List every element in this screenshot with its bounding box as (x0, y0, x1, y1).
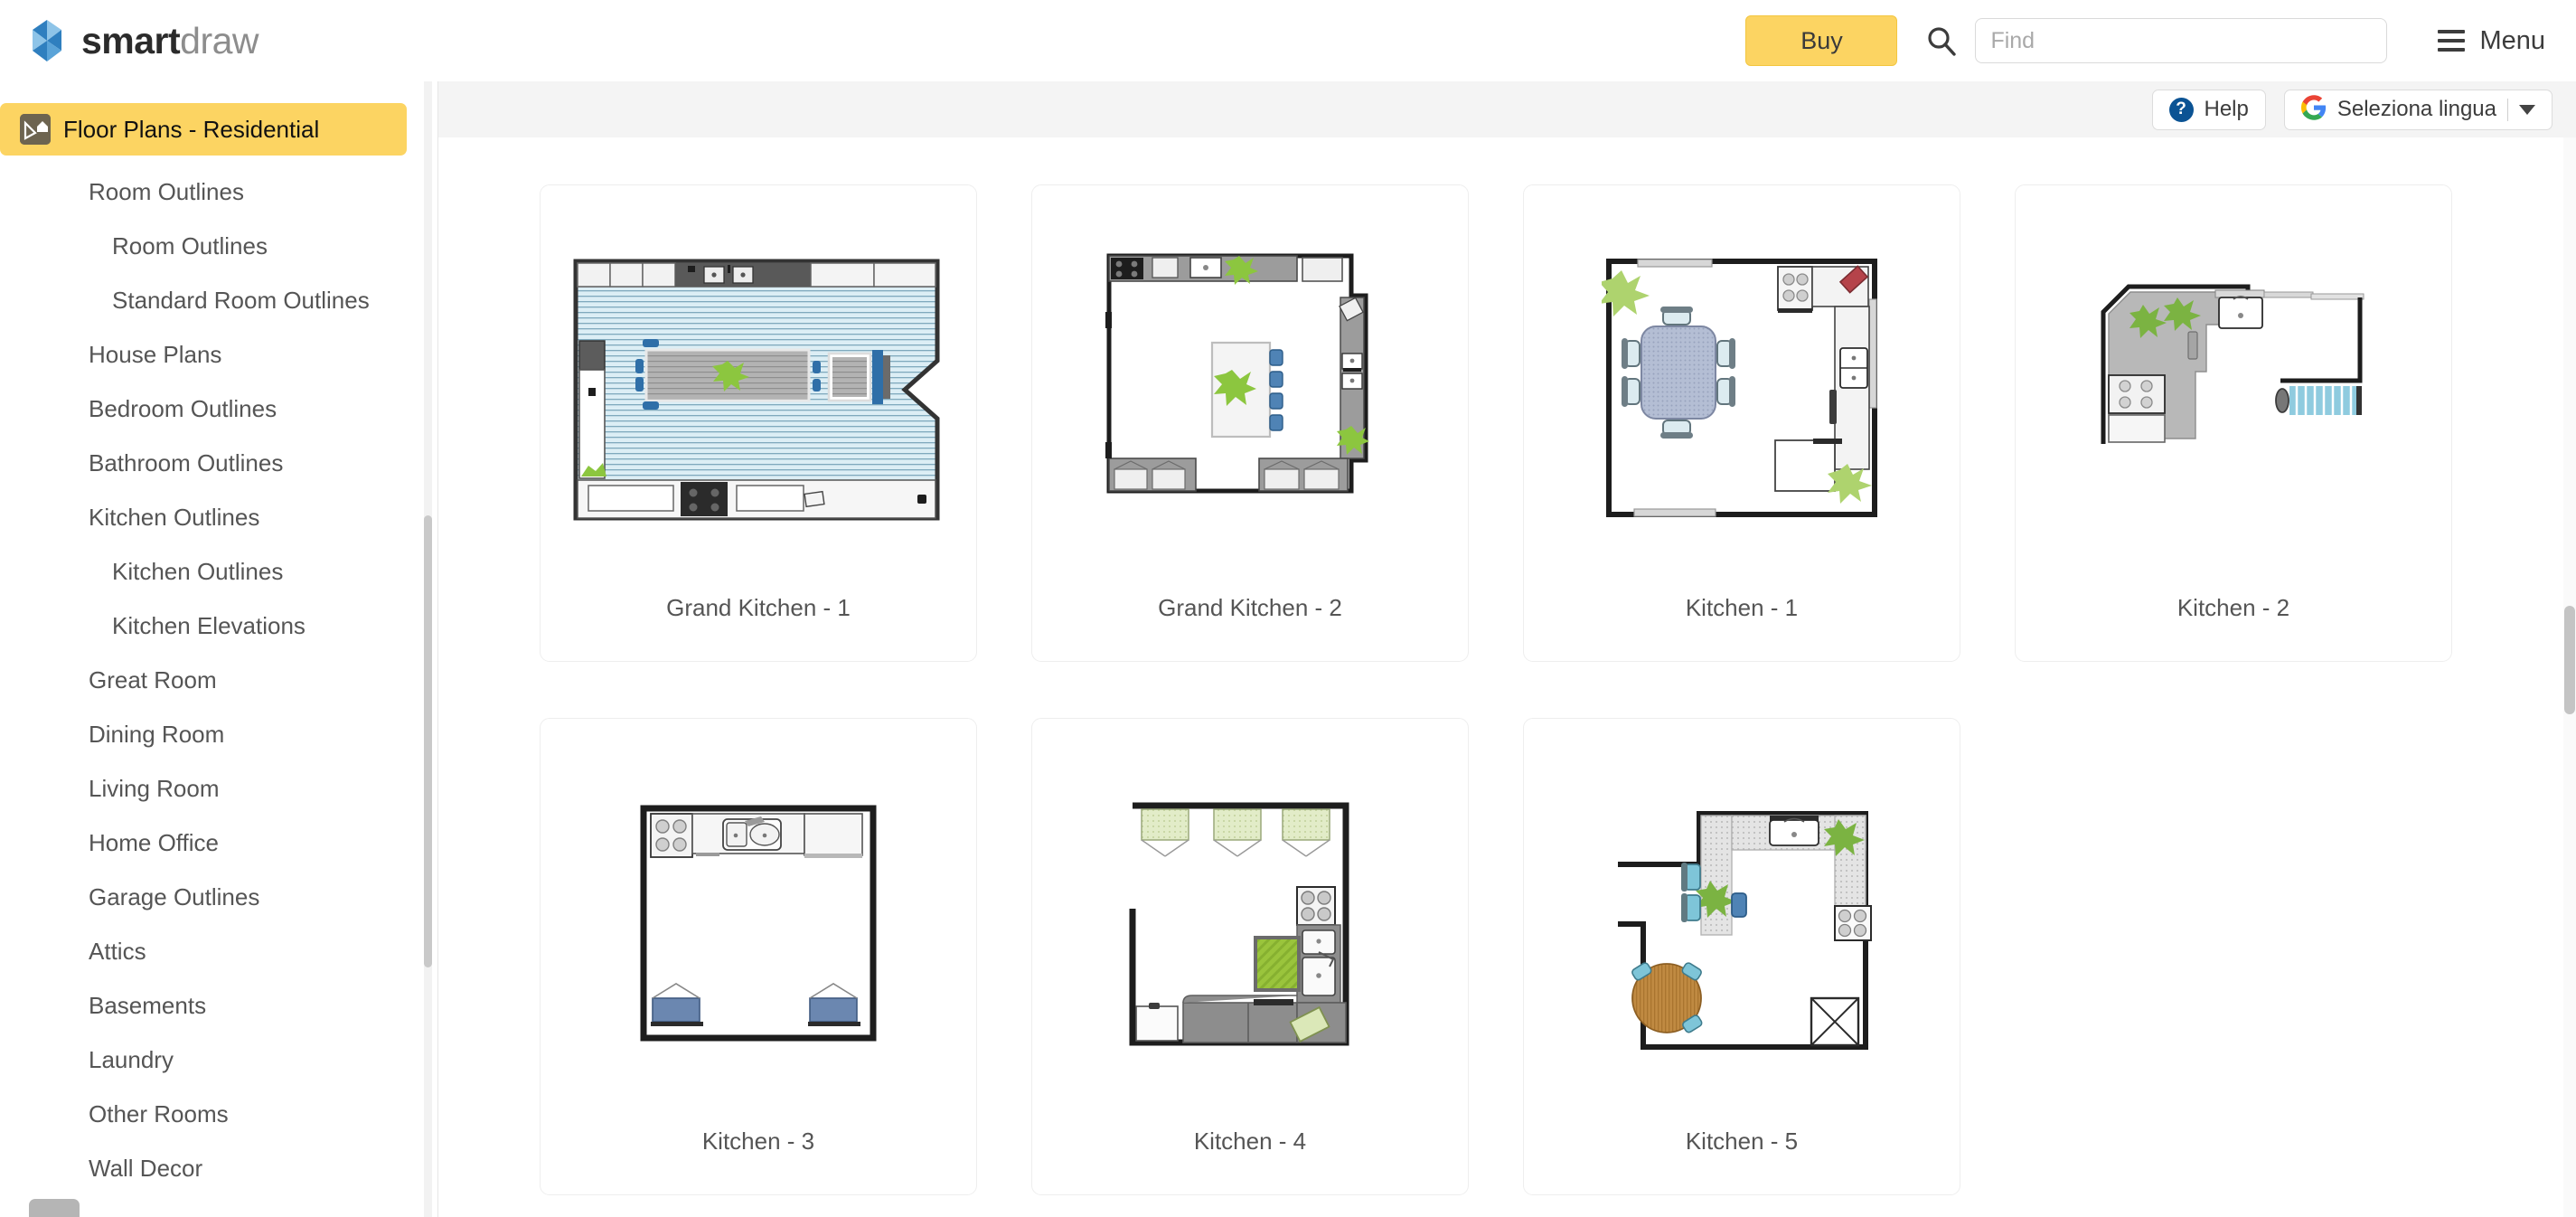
sidebar-item-floor-plans-residential[interactable]: Floor Plans - Residential (0, 103, 407, 156)
floor-plan-house-icon (20, 114, 51, 145)
language-label: Seleziona lingua (2336, 97, 2496, 121)
search-icon[interactable] (1913, 15, 1970, 66)
google-g-icon (2300, 94, 2327, 125)
template-card[interactable]: Kitchen - 3 (540, 718, 977, 1195)
sidebar-item-attics[interactable]: Attics (0, 924, 438, 978)
sidebar-item-label: Basements (89, 991, 207, 1019)
header-actions: Buy Menu (1745, 15, 2545, 66)
template-card-label: Grand Kitchen - 1 (666, 594, 851, 621)
hamburger-icon (2438, 30, 2466, 52)
smartdraw-diamond-logo (27, 20, 67, 61)
sidebar-item-label: Kitchen Outlines (112, 557, 284, 585)
template-card[interactable]: Kitchen - 1 (1523, 184, 1960, 662)
kitchen-2-floorplan (2015, 185, 2452, 594)
sidebar-item-label: Great Room (89, 665, 217, 693)
sidebar-item-wall-decor[interactable]: Wall Decor (0, 1141, 438, 1195)
template-card-label: Grand Kitchen - 2 (1158, 594, 1342, 621)
template-card[interactable]: Kitchen - 2 (2015, 184, 2452, 662)
sidebar-item-label: Laundry (89, 1045, 174, 1073)
sidebar-item-label: Standard Room Outlines (112, 286, 370, 314)
sidebar-item-label: Garage Outlines (89, 882, 260, 910)
template-card-label: Kitchen - 1 (1685, 594, 1799, 621)
kitchen-1-floorplan (1523, 185, 1960, 594)
sidebar-item-standard-room-outlines[interactable]: Standard Room Outlines (0, 273, 438, 327)
sidebar-item-label: Bathroom Outlines (89, 448, 284, 476)
sidebar-item-label: Home Office (89, 828, 220, 856)
secondary-toolbar: ? Help Seleziona lingua (438, 81, 2576, 137)
grand-kitchen-1-floorplan (540, 185, 977, 594)
help-label: Help (2204, 97, 2249, 121)
sidebar-item-other-rooms[interactable]: Other Rooms (0, 1087, 438, 1141)
sidebar-item-label: Other Rooms (89, 1099, 229, 1127)
sidebar-item-home-office[interactable]: Home Office (0, 816, 438, 870)
menu-button[interactable]: Menu (2438, 26, 2545, 56)
sidebar-item-house-plans[interactable]: House Plans (0, 327, 438, 382)
sidebar-item-room-outlines[interactable]: Room Outlines (0, 165, 438, 219)
sidebar-item-kitchen-elevations[interactable]: Kitchen Elevations (0, 599, 438, 653)
sidebar-item-label: House Plans (89, 340, 222, 368)
template-card[interactable]: Grand Kitchen - 1 (540, 184, 977, 662)
sidebar-item-dining-room[interactable]: Dining Room (0, 707, 438, 761)
sidebar-item-label: Attics (89, 937, 146, 965)
sidebar-item-label: Bedroom Outlines (89, 394, 277, 422)
divider (2507, 98, 2508, 121)
sidebar-item-label: Kitchen Outlines (89, 503, 260, 531)
sidebar-item-label: Living Room (89, 774, 220, 802)
sidebar-item-laundry[interactable]: Laundry (0, 1033, 438, 1087)
sidebar-collapse-button[interactable] (29, 1199, 80, 1217)
app-header: smartdraw Buy Menu (0, 0, 2576, 81)
language-selector[interactable]: Seleziona lingua (2283, 89, 2552, 130)
sidebar-item-garage-outlines[interactable]: Garage Outlines (0, 870, 438, 924)
template-card[interactable]: Grand Kitchen - 2 (1031, 184, 1469, 662)
sidebar-scrollbar-thumb[interactable] (424, 515, 432, 967)
template-card-label: Kitchen - 3 (701, 1127, 815, 1155)
category-sidebar: Floor Plans - Residential Room Outlines R… (0, 81, 438, 1217)
template-card[interactable]: Kitchen - 5 (1523, 718, 1960, 1195)
sidebar-item-bathroom-outlines[interactable]: Bathroom Outlines (0, 436, 438, 490)
kitchen-3-floorplan (540, 719, 977, 1127)
brand-name: smartdraw (81, 20, 259, 62)
help-button[interactable]: ? Help (2151, 89, 2266, 130)
grand-kitchen-2-floorplan (1031, 185, 1469, 594)
sidebar-header-label: Floor Plans - Residential (63, 115, 320, 143)
sidebar-item-kitchen-outlines[interactable]: Kitchen Outlines (0, 490, 438, 544)
template-card-label: Kitchen - 5 (1685, 1127, 1799, 1155)
template-card-label: Kitchen - 2 (2176, 594, 2290, 621)
menu-label: Menu (2479, 25, 2545, 55)
kitchen-5-floorplan (1523, 719, 1960, 1127)
brand-name-bold: smart (81, 19, 181, 61)
template-card-label: Kitchen - 4 (1193, 1127, 1307, 1155)
sidebar-item-label: Room Outlines (89, 177, 244, 205)
search-input[interactable] (1975, 18, 2388, 63)
chevron-down-icon[interactable] (2519, 104, 2535, 115)
sidebar-item-label: Wall Decor (89, 1154, 203, 1182)
sidebar-item-bedroom-outlines[interactable]: Bedroom Outlines (0, 382, 438, 436)
template-gallery: Grand Kitchen - 1 Grand Kitchen - 2 Kitc… (438, 137, 2576, 1217)
sidebar-item-list: Room Outlines Room Outlines Standard Room … (0, 165, 438, 1195)
sidebar-item-label: Dining Room (89, 720, 225, 748)
sidebar-item-label: Kitchen Elevations (112, 611, 306, 639)
sidebar-item-label: Room Outlines (112, 231, 268, 259)
sidebar-item-basements[interactable]: Basements (0, 978, 438, 1033)
brand-logo[interactable]: smartdraw (27, 20, 259, 62)
page-scrollbar-thumb[interactable] (2564, 606, 2575, 714)
question-mark-circle-icon: ? (2168, 97, 2194, 122)
sidebar-item-room-outlines[interactable]: Room Outlines (0, 219, 438, 273)
brand-name-light: draw (180, 19, 259, 61)
kitchen-4-floorplan (1031, 719, 1469, 1127)
template-grid: Grand Kitchen - 1 Grand Kitchen - 2 Kitc… (438, 137, 2576, 1195)
sidebar-item-kitchen-outlines[interactable]: Kitchen Outlines (0, 544, 438, 599)
buy-button[interactable]: Buy (1745, 15, 1898, 66)
sidebar-item-great-room[interactable]: Great Room (0, 653, 438, 707)
sidebar-item-living-room[interactable]: Living Room (0, 761, 438, 816)
template-card[interactable]: Kitchen - 4 (1031, 718, 1469, 1195)
